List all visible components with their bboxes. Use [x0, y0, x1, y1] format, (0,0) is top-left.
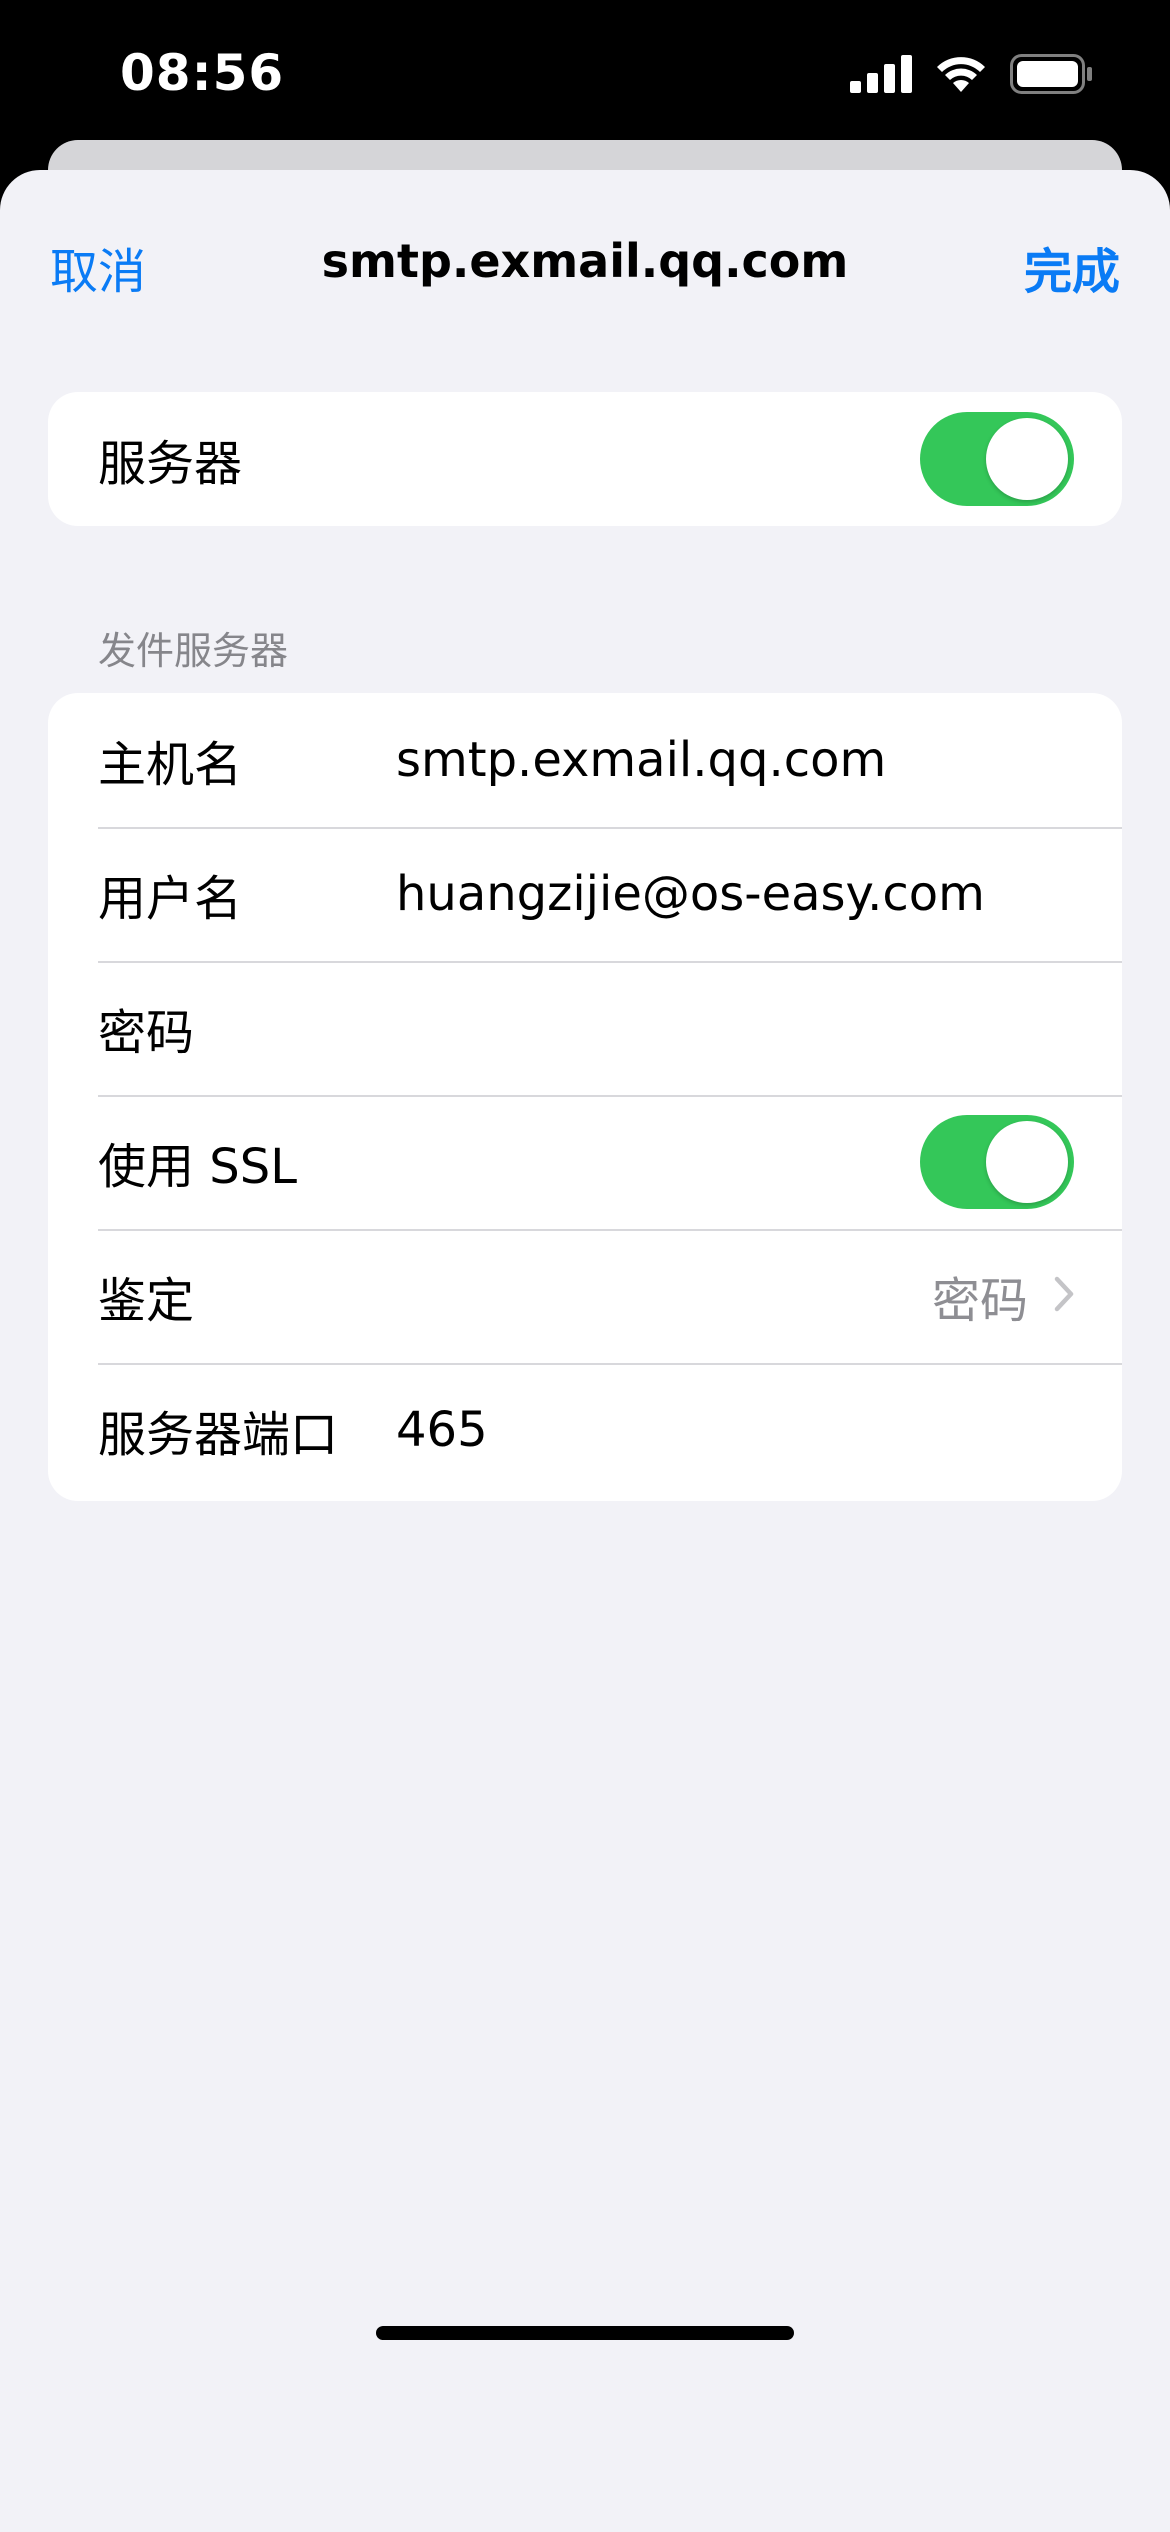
- cellular-signal-icon: [850, 55, 912, 97]
- port-label: 服务器端口: [98, 1407, 339, 1463]
- port-field[interactable]: 465: [396, 1402, 488, 1458]
- ssl-toggle[interactable]: [920, 1115, 1074, 1209]
- navigation-bar: 取消 smtp.exmail.qq.com 完成: [0, 220, 1170, 300]
- home-indicator: [376, 2326, 794, 2340]
- server-toggle[interactable]: [920, 412, 1074, 506]
- host-label: 主机名: [98, 737, 243, 793]
- ssl-row: 使用 SSL: [48, 1095, 1122, 1229]
- chevron-right-icon: [1054, 1269, 1074, 1323]
- wifi-icon: [934, 54, 988, 98]
- server-label: 服务器: [98, 436, 243, 492]
- toggle-knob: [986, 1121, 1068, 1203]
- status-icons: [850, 54, 1092, 98]
- outgoing-server-group: 主机名 smtp.exmail.qq.com 用户名 huangzijie@os…: [48, 693, 1122, 1501]
- toggle-knob: [986, 418, 1068, 500]
- username-row[interactable]: 用户名 huangzijie@os-easy.com: [48, 827, 1122, 961]
- ssl-label: 使用 SSL: [98, 1139, 297, 1195]
- section-header-outgoing: 发件服务器: [98, 629, 289, 673]
- status-bar: 08:56: [0, 0, 1170, 150]
- battery-icon: [1010, 54, 1092, 98]
- status-time: 08:56: [120, 44, 285, 102]
- authentication-label: 鉴定: [98, 1273, 195, 1329]
- page-title: smtp.exmail.qq.com: [321, 234, 849, 288]
- username-field[interactable]: huangzijie@os-easy.com: [396, 866, 985, 922]
- server-settings-sheet: 取消 smtp.exmail.qq.com 完成 服务器 发件服务器 主机名 s…: [0, 170, 1170, 2532]
- username-label: 用户名: [98, 871, 243, 927]
- server-row: 服务器: [48, 392, 1122, 526]
- password-row[interactable]: 密码: [48, 961, 1122, 1095]
- authentication-value: 密码: [931, 1273, 1028, 1329]
- host-field[interactable]: smtp.exmail.qq.com: [396, 732, 886, 788]
- port-row[interactable]: 服务器端口 465: [48, 1363, 1122, 1497]
- authentication-row[interactable]: 鉴定 密码: [48, 1229, 1122, 1363]
- password-label: 密码: [98, 1005, 195, 1061]
- server-group: 服务器: [48, 392, 1122, 526]
- done-button[interactable]: 完成: [1024, 232, 1120, 302]
- host-row[interactable]: 主机名 smtp.exmail.qq.com: [48, 693, 1122, 827]
